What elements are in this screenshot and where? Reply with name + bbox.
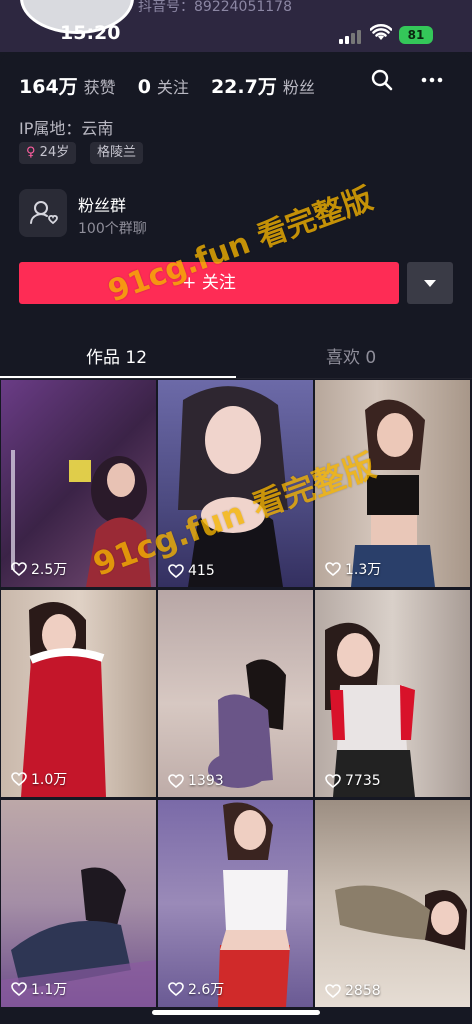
home-indicator	[152, 1010, 320, 1015]
video-likes: 1.1万	[11, 979, 67, 999]
video-likes: 1.0万	[11, 769, 67, 789]
following-count[interactable]: 0	[138, 76, 151, 98]
age-tag-label: 24岁	[39, 145, 70, 160]
wifi-icon	[369, 24, 393, 47]
status-time: 15:20	[60, 22, 121, 44]
age-tag: ♀ 24岁	[19, 142, 77, 164]
video-thumbnail[interactable]: 2.6万	[158, 800, 313, 1007]
video-likes: 415	[168, 563, 215, 579]
location-tag: 格陵兰	[90, 142, 144, 164]
video-likes: 2.6万	[168, 979, 224, 999]
video-thumbnail[interactable]: 1.1万	[1, 800, 156, 1007]
tab-likes[interactable]: 喜欢 0	[326, 343, 376, 368]
more-icon[interactable]	[420, 68, 448, 92]
video-likes: 1393	[168, 773, 224, 789]
status-bar: 抖音号：89224051178 15:20 81	[0, 0, 472, 52]
video-likes: 2858	[325, 983, 381, 999]
video-likes: 7735	[325, 773, 381, 789]
video-thumbnail[interactable]: 1393	[158, 590, 313, 797]
douyin-id: 抖音号：89224051178	[138, 0, 292, 15]
ip-location: IP属地：云南	[19, 119, 114, 138]
caret-down-icon	[424, 280, 436, 287]
fan-group-title[interactable]: 粉丝群	[78, 192, 126, 216]
search-icon[interactable]	[370, 68, 394, 92]
video-thumbnail[interactable]: 2858	[315, 800, 470, 1007]
active-tab-indicator	[0, 376, 236, 378]
video-likes: 2.5万	[11, 559, 67, 579]
more-options-button[interactable]	[407, 262, 453, 304]
followers-label: 粉丝	[282, 78, 315, 97]
tab-works[interactable]: 作品 12	[86, 343, 147, 368]
fan-group-subtitle: 100个群聊	[78, 221, 147, 237]
followers-count[interactable]: 22.7万	[211, 72, 277, 99]
battery-indicator: 81	[399, 26, 433, 44]
following-label: 关注	[156, 78, 189, 97]
video-grid: 2.5万 415 1.3万 1.0万 1393 7735 1.1万 2.6万 2…	[0, 379, 472, 1024]
profile-stats: 164万 获赞 0 关注 22.7万 粉丝	[19, 72, 337, 99]
likes-count[interactable]: 164万	[19, 72, 78, 99]
video-thumbnail[interactable]: 1.0万	[1, 590, 156, 797]
female-icon: ♀	[26, 145, 36, 160]
video-thumbnail[interactable]: 7735	[315, 590, 470, 797]
video-likes: 1.3万	[325, 559, 381, 579]
fan-group-icon[interactable]	[19, 189, 67, 237]
likes-label: 获赞	[83, 78, 116, 97]
signal-icon	[339, 30, 365, 44]
